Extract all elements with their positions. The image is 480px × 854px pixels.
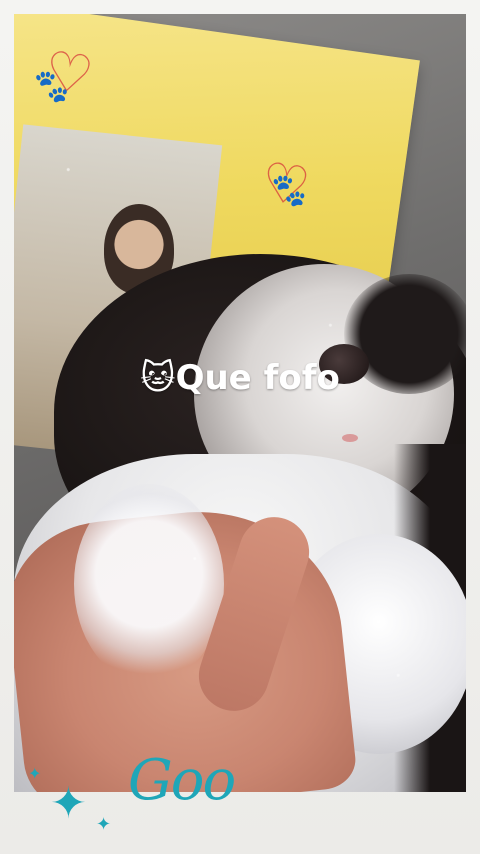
sparkle-icon: ✦ [50,778,87,829]
sparkle-icon: ✦ [96,814,112,835]
sparkle-icon: ✦ [28,764,42,783]
caption-sticker[interactable]: 🐱Que fofo [0,358,480,398]
dust-overlay [14,14,466,792]
cat-icon: 🐱 [140,358,176,398]
handwritten-signature: Goo [128,748,236,813]
caption-text: Que fofo [175,358,340,398]
dog-photo: ♡ 🐾 ♡ 🐾 [14,14,466,792]
